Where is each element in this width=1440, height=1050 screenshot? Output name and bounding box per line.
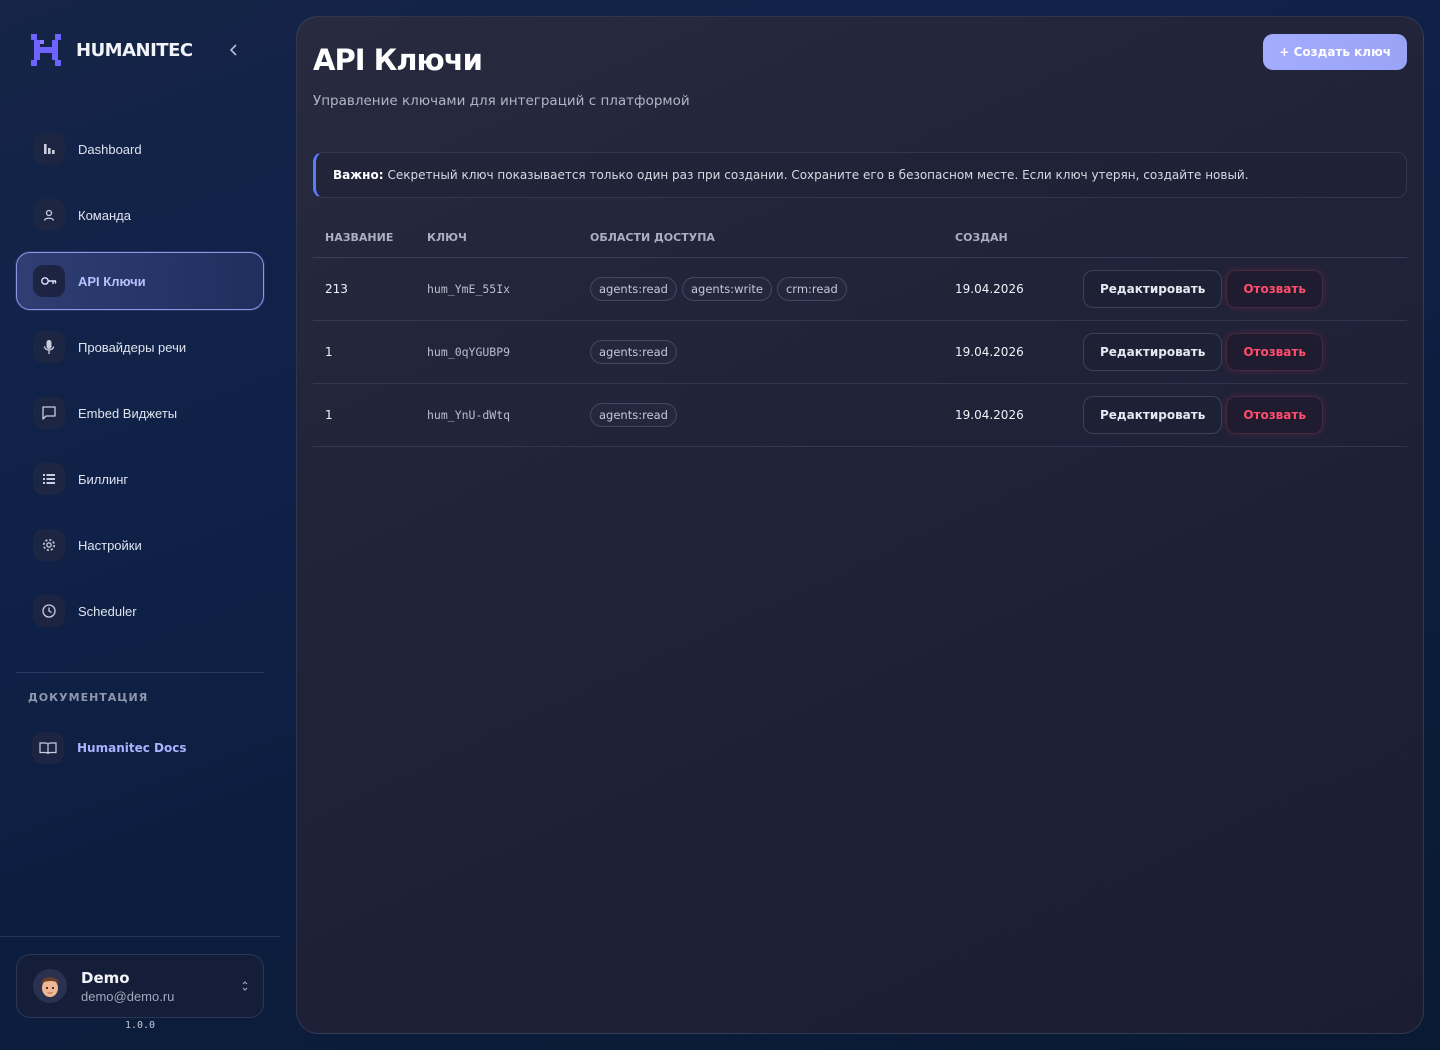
edit-button[interactable]: Редактировать <box>1083 396 1223 434</box>
column-header-key[interactable]: КЛЮЧ <box>427 231 590 244</box>
sidebar-item-label: API Ключи <box>78 273 146 289</box>
edit-button[interactable]: Редактировать <box>1083 270 1223 308</box>
sidebar-item-speech-providers[interactable]: Провайдеры речи <box>16 318 264 376</box>
revoke-button[interactable]: Отозвать <box>1226 333 1323 371</box>
sidebar-item-docs[interactable]: Humanitec Docs <box>16 719 264 777</box>
api-keys-table: НАЗВАНИЕ КЛЮЧ ОБЛАСТИ ДОСТУПА СОЗДАН 213… <box>313 217 1407 447</box>
sidebar-item-team[interactable]: Команда <box>16 186 264 244</box>
key-name: 1 <box>325 408 333 422</box>
sidebar-item-label: Провайдеры речи <box>78 339 187 355</box>
bar-chart-icon <box>33 133 65 165</box>
created-date: 19.04.2026 <box>955 408 1024 422</box>
collapse-sidebar-button[interactable] <box>222 38 246 62</box>
page-subtitle: Управление ключами для интеграций с плат… <box>313 93 690 109</box>
scope-chip: agents:read <box>590 340 677 364</box>
sidebar-item-dashboard[interactable]: Dashboard <box>16 120 264 178</box>
gear-icon <box>33 529 65 561</box>
sidebar-item-settings[interactable]: Настройки <box>16 516 264 574</box>
microphone-icon <box>33 331 65 363</box>
table-row: 1 hum_0qYGUBP9 agents:read 19.04.2026 Ре… <box>313 321 1407 384</box>
humanitec-logo-icon <box>31 34 61 66</box>
user-email: demo@demo.ru <box>81 988 175 1004</box>
created-date: 19.04.2026 <box>955 345 1024 359</box>
chat-bubble-icon <box>33 397 65 429</box>
sidebar-item-billing[interactable]: Биллинг <box>16 450 264 508</box>
column-header-scopes[interactable]: ОБЛАСТИ ДОСТУПА <box>590 231 955 244</box>
sidebar-item-label: Scheduler <box>78 603 137 619</box>
key-value: hum_0qYGUBP9 <box>427 345 511 359</box>
avatar <box>33 969 67 1003</box>
table-row: 1 hum_YnU-dWtq agents:read 19.04.2026 Ре… <box>313 384 1407 447</box>
sidebar-item-label: Биллинг <box>78 471 129 487</box>
scope-list: agents:read <box>590 340 955 364</box>
notice-text: Секретный ключ показывается только один … <box>387 168 1249 182</box>
scope-chip: agents:read <box>590 277 677 301</box>
edit-button[interactable]: Редактировать <box>1083 333 1223 371</box>
column-header-created[interactable]: СОЗДАН <box>955 231 1083 244</box>
revoke-button[interactable]: Отозвать <box>1226 270 1323 308</box>
sidebar: HUMANITEC Dashboard Команда API Ключи Пр… <box>0 0 280 1050</box>
scope-chip: agents:read <box>590 403 677 427</box>
sidebar-item-label: Embed Виджеты <box>78 405 178 421</box>
key-name: 213 <box>325 282 348 296</box>
created-date: 19.04.2026 <box>955 282 1024 296</box>
brand[interactable]: HUMANITEC <box>28 30 193 70</box>
notice-label: Важно: <box>333 168 384 182</box>
row-actions: Редактировать Отозвать <box>1083 270 1407 308</box>
sidebar-item-label: Настройки <box>78 537 142 553</box>
chevron-left-icon <box>229 44 237 56</box>
user-name: Demo <box>81 968 130 987</box>
scope-list: agents:read agents:write crm:read <box>590 277 955 301</box>
docs-section-heading: ДОКУМЕНТАЦИЯ <box>28 691 149 704</box>
create-key-button[interactable]: + Создать ключ <box>1263 34 1407 70</box>
sidebar-divider <box>0 936 280 937</box>
important-notice: Важно: Секретный ключ показывается тольк… <box>313 152 1407 198</box>
column-header-name[interactable]: НАЗВАНИЕ <box>313 231 427 244</box>
key-icon <box>33 265 65 297</box>
clock-icon <box>33 595 65 627</box>
book-icon <box>32 732 64 764</box>
sidebar-item-embed-widgets[interactable]: Embed Виджеты <box>16 384 264 442</box>
sidebar-item-api-keys[interactable]: API Ключи <box>16 252 264 310</box>
scope-list: agents:read <box>590 403 955 427</box>
row-actions: Редактировать Отозвать <box>1083 396 1407 434</box>
key-value: hum_YmE_55Ix <box>427 282 511 296</box>
scope-chip: agents:write <box>681 277 772 301</box>
sidebar-nav: Dashboard Команда API Ключи Провайдеры р… <box>16 120 264 648</box>
brand-name: HUMANITEC <box>76 39 193 61</box>
sidebar-item-label: Humanitec Docs <box>77 741 187 755</box>
list-icon <box>33 463 65 495</box>
sidebar-item-scheduler[interactable]: Scheduler <box>16 582 264 640</box>
row-actions: Редактировать Отозвать <box>1083 333 1407 371</box>
user-menu[interactable]: Demo demo@demo.ru <box>16 954 264 1018</box>
key-name: 1 <box>325 345 333 359</box>
app-version: 1.0.0 <box>124 1020 156 1031</box>
page-title: API Ключи <box>313 43 483 77</box>
chevron-up-down-icon <box>241 979 249 997</box>
table-header: НАЗВАНИЕ КЛЮЧ ОБЛАСТИ ДОСТУПА СОЗДАН <box>313 217 1407 258</box>
revoke-button[interactable]: Отозвать <box>1226 396 1323 434</box>
user-icon <box>33 199 65 231</box>
table-row: 213 hum_YmE_55Ix agents:read agents:write… <box>313 258 1407 321</box>
main-panel: API Ключи Управление ключами для интегра… <box>296 16 1424 1034</box>
sidebar-divider <box>16 672 264 673</box>
scope-chip: crm:read <box>776 277 847 301</box>
sidebar-item-label: Dashboard <box>78 141 142 157</box>
sidebar-item-label: Команда <box>78 207 131 223</box>
key-value: hum_YnU-dWtq <box>427 408 511 422</box>
